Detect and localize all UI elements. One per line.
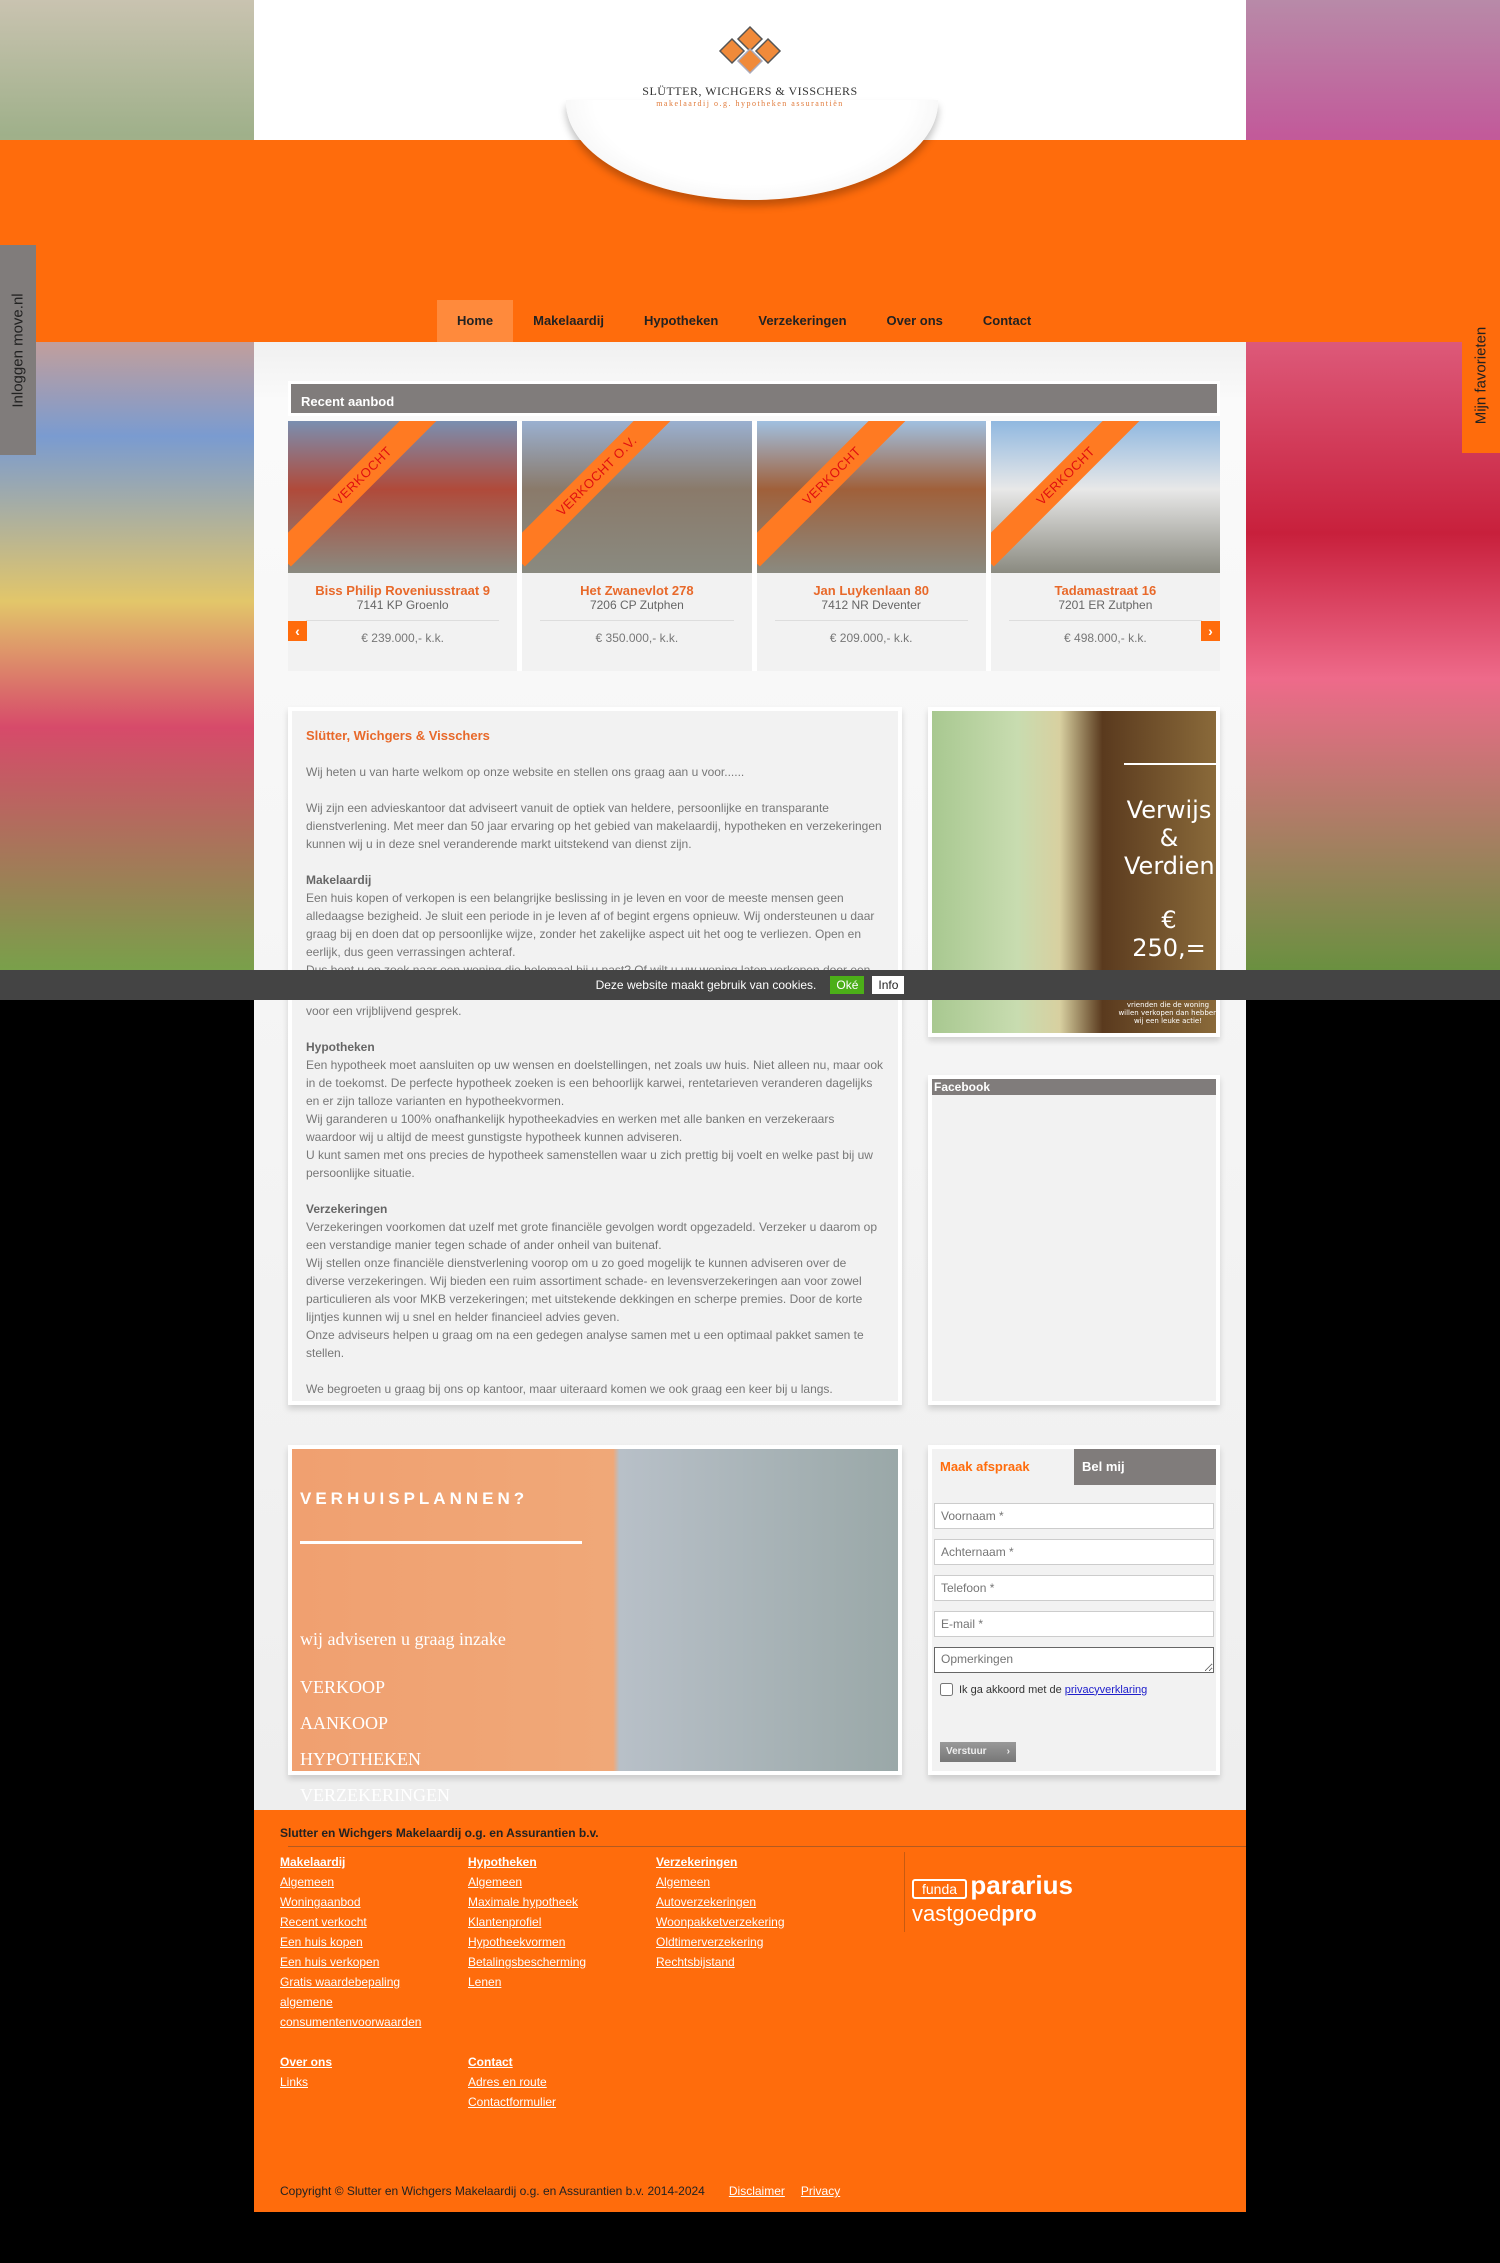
footer-heading-link[interactable]: Verzekeringen — [656, 1852, 836, 1872]
footer-column: Verzekeringen Algemeen Autoverzekeringen Wo… — [656, 1852, 836, 1972]
listing-photo: VERKOCHT — [756, 421, 986, 573]
footer-link[interactable]: Algemeen — [656, 1872, 836, 1892]
nav-home[interactable]: Home — [437, 300, 514, 342]
privacy-footer-link[interactable]: Privacy — [801, 2184, 840, 2198]
banner-service: VERKOOP — [300, 1677, 386, 1697]
remarks-field[interactable] — [934, 1647, 1214, 1673]
email-field[interactable] — [934, 1611, 1214, 1637]
footer-link[interactable]: Algemeen — [468, 1872, 648, 1892]
nav-hypotheken[interactable]: Hypotheken — [624, 300, 738, 342]
cookie-info-button[interactable]: Info — [872, 976, 905, 994]
partner-logos[interactable]: funda pararius vastgoedpro — [912, 1870, 1073, 1927]
nav-over-ons[interactable]: Over ons — [867, 300, 963, 342]
prev-arrow-icon[interactable]: ‹ — [288, 621, 307, 641]
banner-service: AANKOOP — [300, 1713, 389, 1733]
listing-street: Tadamastraat 16 — [1054, 583, 1157, 598]
footer-link[interactable]: Links — [280, 2072, 460, 2092]
footer-link[interactable]: Recent verkocht — [280, 1912, 460, 1932]
sold-badge: VERKOCHT — [990, 421, 1157, 567]
footer-link[interactable]: Autoverzekeringen — [656, 1892, 836, 1912]
footer-link[interactable]: Gratis waardebepaling — [280, 1972, 460, 1992]
footer-link[interactable]: Een huis verkopen — [280, 1952, 460, 1972]
listing-price: € 498.000,- k.k. — [1064, 631, 1147, 645]
listing-city: 7206 CP Zutphen — [589, 598, 684, 612]
last-name-field[interactable] — [934, 1539, 1214, 1565]
footer-column: Over ons Links — [280, 2052, 460, 2092]
submit-button[interactable]: Verstuur › — [940, 1742, 1016, 1762]
footer-link[interactable]: Maximale hypotheek — [468, 1892, 648, 1912]
nav-makelaardij[interactable]: Makelaardij — [513, 300, 624, 342]
intro-text: Slütter, Wichgers & Visschers Wij heten … — [288, 707, 902, 1405]
cookie-ok-button[interactable]: Oké — [830, 976, 865, 994]
footer-link[interactable]: Adres en route — [468, 2072, 648, 2092]
facebook-widget: Facebook — [928, 1075, 1220, 1405]
listing-street: Het Zwanevlot 278 — [580, 583, 694, 598]
disclaimer-link[interactable]: Disclaimer — [729, 2184, 785, 2198]
footer-heading-link[interactable]: Makelaardij — [280, 1852, 460, 1872]
phone-field[interactable] — [934, 1575, 1214, 1601]
listing-city: 7201 ER Zutphen — [1058, 598, 1153, 612]
listing-photo: VERKOCHT — [990, 421, 1220, 573]
recent-listings: VERKOCHT Biss Philip Roveniusstraat 9 71… — [288, 421, 1220, 671]
footer-heading-link[interactable]: Over ons — [280, 2052, 460, 2072]
login-tab[interactable]: Inloggen move.nl — [0, 245, 36, 455]
listing-price: € 209.000,- k.k. — [829, 631, 913, 645]
listing-photo: VERKOCHT — [288, 421, 518, 573]
footer-link[interactable]: Woonpakketverzekering — [656, 1912, 836, 1932]
footer-link[interactable]: Lenen — [468, 1972, 648, 1992]
banner-service: HYPOTHEKEN — [300, 1749, 421, 1769]
recent-heading: Recent aanbod — [288, 381, 1220, 416]
main-nav: Home Makelaardij Hypotheken Verzekeringe… — [437, 300, 1051, 342]
footer-column: Contact Adres en route Contactformulier — [468, 2052, 648, 2112]
footer-link[interactable]: consumentenvoorwaarden — [280, 2012, 460, 2032]
listing-street: Jan Luykenlaan 80 — [813, 583, 929, 598]
footer: Slutter en Wichgers Makelaardij o.g. en … — [254, 1810, 1246, 2212]
footer-link[interactable]: Rechtsbijstand — [656, 1952, 836, 1972]
footer-column: Makelaardij Algemeen Woningaanbod Recent ve… — [280, 1852, 460, 2032]
footer-link[interactable]: Klantenprofiel — [468, 1912, 648, 1932]
footer-link[interactable]: Betalingsbescherming — [468, 1952, 648, 1972]
footer-heading-link[interactable]: Hypotheken — [468, 1852, 648, 1872]
favorites-tab[interactable]: Mijn favorieten — [1462, 298, 1500, 453]
privacy-checkbox[interactable] — [940, 1683, 953, 1696]
footer-link[interactable]: Contactformulier — [468, 2092, 648, 2112]
logo[interactable]: SLÜTTER, WICHGERS & VISSCHERS makelaardi… — [640, 25, 860, 108]
appointment-form: Maak afspraak Bel mij Ik ga akkoord met … — [928, 1445, 1220, 1775]
listing-city: 7412 NR Deventer — [821, 598, 921, 612]
listing-card[interactable]: VERKOCHT Tadamastraat 16 7201 ER Zutphen… — [990, 421, 1220, 671]
listing-photo: VERKOCHT O.V. — [522, 421, 752, 573]
banner-service: VERZEKERINGEN — [300, 1785, 450, 1805]
verhuisplannen-banner[interactable]: VERHUISPLANNEN? wij adviseren u graag in… — [288, 1445, 902, 1805]
footer-link[interactable]: Hypotheekvormen — [468, 1932, 648, 1952]
sold-badge: VERKOCHT — [288, 421, 454, 567]
cookie-bar: Deze website maakt gebruik van cookies. … — [0, 970, 1500, 1000]
privacy-link[interactable]: privacyverklaring — [1065, 1684, 1148, 1696]
next-arrow-icon[interactable]: › — [1201, 621, 1220, 641]
listing-street: Biss Philip Roveniusstraat 9 — [315, 583, 491, 598]
footer-column: Hypotheken Algemeen Maximale hypotheek Klan… — [468, 1852, 648, 1992]
tab-maak-afspraak[interactable]: Maak afspraak — [932, 1449, 1074, 1485]
first-name-field[interactable] — [934, 1503, 1214, 1529]
footer-link[interactable]: Algemeen — [280, 1872, 460, 1892]
nav-verzekeringen[interactable]: Verzekeringen — [738, 300, 866, 342]
footer-link[interactable]: Oldtimerverzekering — [656, 1932, 836, 1952]
sold-badge: VERKOCHT — [756, 421, 923, 567]
listing-card[interactable]: VERKOCHT Jan Luykenlaan 80 7412 NR Deven… — [756, 421, 986, 671]
tab-bel-mij[interactable]: Bel mij — [1074, 1449, 1216, 1485]
footer-link[interactable]: algemene — [280, 1992, 460, 2012]
footer-heading-link[interactable]: Contact — [468, 2052, 648, 2072]
listing-price: € 350.000,- k.k. — [595, 631, 679, 645]
logo-diamonds-icon — [718, 25, 782, 75]
nav-contact[interactable]: Contact — [963, 300, 1051, 342]
intro-title: Slütter, Wichgers & Visschers — [306, 728, 490, 743]
listing-price: € 239.000,- k.k. — [361, 631, 444, 645]
sold-badge: VERKOCHT O.V. — [522, 421, 688, 567]
listing-card[interactable]: VERKOCHT Biss Philip Roveniusstraat 9 71… — [288, 421, 518, 671]
listing-card[interactable]: VERKOCHT O.V. Het Zwanevlot 278 7206 CP … — [522, 421, 752, 671]
footer-link[interactable]: Een huis kopen — [280, 1932, 460, 1952]
listing-city: 7141 KP Groenlo — [356, 598, 449, 612]
footer-link[interactable]: Woningaanbod — [280, 1892, 460, 1912]
